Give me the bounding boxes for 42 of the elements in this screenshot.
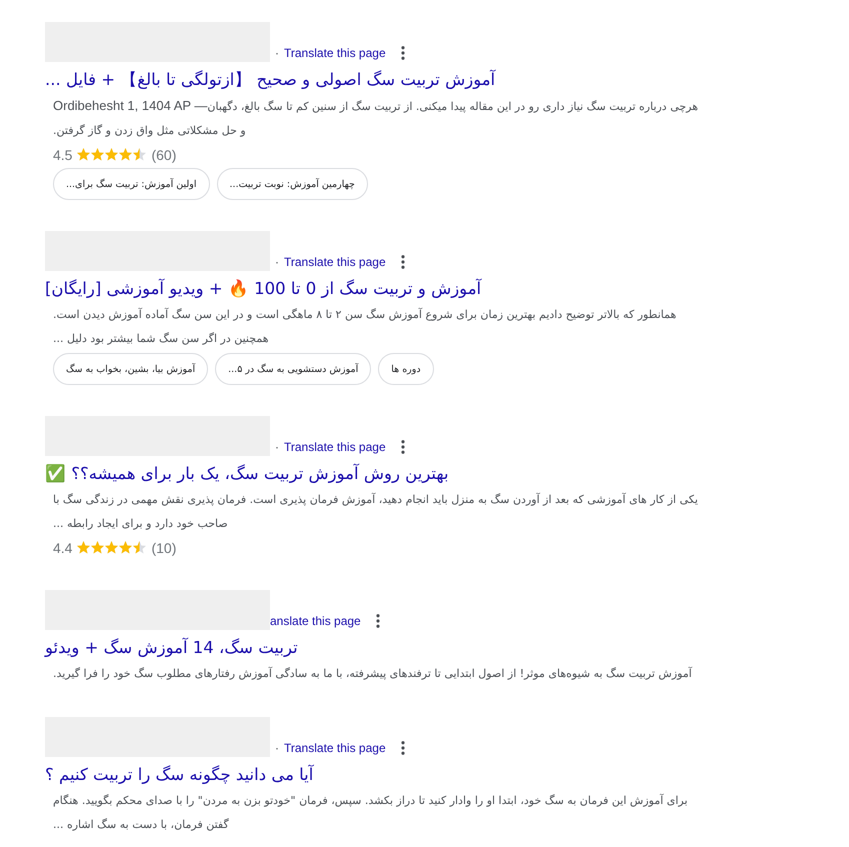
result-title-link[interactable]: آموزش و تربیت سگ از 0 تا 100 🔥 + ویدیو آموزشی [رایگان] <box>45 276 482 302</box>
more-options-icon[interactable] <box>400 255 405 269</box>
result-title-link[interactable]: تربیت سگ، 14 آموزش سگ + ویدئو <box>45 635 298 661</box>
star-icon <box>119 541 132 554</box>
star-icon <box>77 148 90 161</box>
separator: · <box>275 439 279 456</box>
translate-link[interactable]: Translate this page <box>284 739 386 757</box>
result-snippet: آموزش تربیت سگ به شیوه‌های موثر! از اصول ابتدایی تا ترفندهای پیشرفته، با ما به سادگی آموزش رفتارهای مطلوب سگ خود را فرا گیرید. <box>53 666 694 682</box>
result-title-link[interactable]: آموزش تربیت سگ اصولی و صحیح 【ازتولگی تا بالغ】 + فایل ... <box>45 67 496 93</box>
star-icon <box>119 148 132 161</box>
more-options-icon[interactable] <box>400 440 405 454</box>
result-snippet: یکی از کار های آموزشی که بعد از آوردن سگ به منزل باید انجام دهید، آموزش فرمان پذیری است. فرمان پذیری نقش مهمی در زندگی سگ با صاحب خود دارد و برای ایجاد رابطه ... <box>53 492 699 532</box>
more-options-icon[interactable] <box>400 46 405 60</box>
translate-link[interactable]: Translate this page <box>284 253 386 271</box>
separator: · <box>275 254 279 271</box>
star-icon <box>133 148 146 161</box>
separator: · <box>275 45 279 62</box>
translate-link[interactable]: Translate this page <box>284 44 386 62</box>
translate-link[interactable]: anslate this page <box>270 612 361 630</box>
star-icon <box>91 148 104 161</box>
translate-link[interactable]: Translate this page <box>284 438 386 456</box>
sitelink-chip[interactable]: آموزش بیا، بشین، بخواب به سگ <box>53 353 208 385</box>
sitelink-chip[interactable]: آموزش دستشویی به سگ در ۵... <box>215 353 372 385</box>
more-options-icon[interactable] <box>400 741 405 755</box>
result-title-link[interactable]: آیا می دانید چگونه سگ را تربیت کنیم ؟ <box>45 762 314 788</box>
rating-value: 4.5 <box>53 146 72 162</box>
result-title-link[interactable]: بهترین روش آموزش تربیت سگ، یک بار برای همیشه؟؟ ✅ <box>45 461 449 487</box>
separator: · <box>275 740 279 757</box>
review-count: (10) <box>151 540 176 556</box>
star-icon <box>77 541 90 554</box>
result-snippet: همانطور که بالاتر توضیح دادیم بهترین زمان برای شروع آموزش سگ سن ۲ تا ۸ ماهگی است و در این سن سگ آماده آموزش دیدن است. همچنین در اگر سن سگ شما بیشتر بود دلیل ... <box>53 306 678 347</box>
star-icon <box>105 541 118 554</box>
more-options-icon[interactable] <box>376 614 380 628</box>
star-icon <box>91 541 104 554</box>
sitelink-chip[interactable]: دوره ها <box>378 353 434 385</box>
star-icon <box>133 541 146 554</box>
sitelink-chip[interactable]: چهارمین آموزش: نوبت تربیت... <box>216 168 368 200</box>
result-snippet: برای آموزش این فرمان به سگ خود، ابتدا او را وادار کنید تا دراز بکشد. سپس، فرمان "خودتو بزن به مردن" را با صدای محکم بگویید. هنگام گفتن فرمان، با دست به سگ اشاره ... <box>53 792 689 833</box>
star-icon <box>105 148 118 161</box>
rating-value: 4.4 <box>53 540 72 556</box>
sitelink-chip[interactable]: اولین آموزش: تربیت سگ برای... <box>53 168 210 200</box>
review-count: (60) <box>151 146 176 162</box>
